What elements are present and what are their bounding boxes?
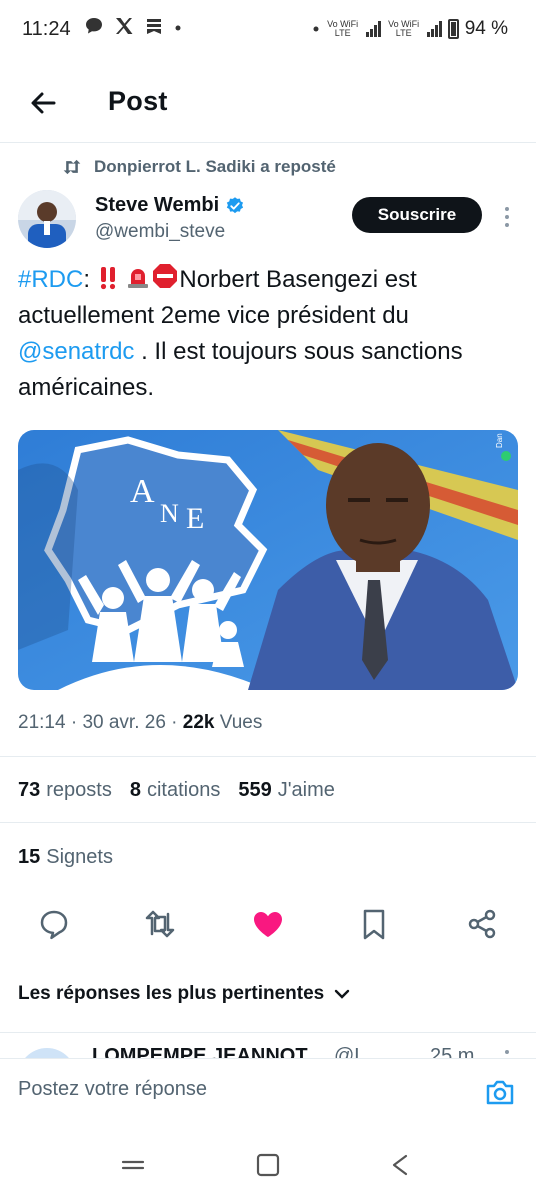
signal-icon [365, 21, 381, 37]
bookmarks-label: Signets [46, 846, 113, 868]
replies-sort-dropdown[interactable]: Les réponses les plus pertinentes [18, 983, 350, 1005]
repost-icon[interactable] [142, 906, 178, 942]
x-logo-icon [116, 18, 133, 34]
likes-count: 559 [238, 779, 272, 801]
share-icon[interactable] [464, 906, 500, 942]
reply-icon[interactable] [36, 906, 72, 942]
repost-indicator[interactable]: Donpierrot L. Sadiki a reposté [62, 157, 336, 177]
inbox-icon [147, 19, 161, 34]
replies-sort-label: Les réponses les plus pertinentes [18, 983, 325, 1004]
likes-label: J'aime [277, 779, 335, 801]
dot-icon [313, 26, 319, 32]
logo-letter-a: A [130, 473, 155, 510]
network-indicator-2: Vo WiFi LTE [388, 19, 420, 38]
reply-preview[interactable]: LOMPEMPE JEANNOT @L... 25 m [0, 1040, 536, 1060]
status-right: Vo WiFi LTE Vo WiFi LTE 94 % [312, 18, 508, 40]
rotating-light-icon [128, 269, 149, 288]
tweet-meta: 21:14 · 30 avr. 26 · 22k Vues [18, 712, 263, 733]
hashtag-link[interactable]: #RDC [18, 266, 83, 293]
network-indicator-1: Vo WiFi LTE [327, 19, 359, 38]
back-arrow-icon[interactable] [28, 88, 58, 118]
chat-bubble-icon [86, 18, 102, 34]
logo-letter-n: N [160, 499, 179, 528]
header-divider [0, 142, 536, 143]
divider [0, 822, 536, 823]
reposts-stat[interactable]: 73 reposts [18, 779, 112, 802]
tweet-stats: 73 reposts 8 citations 559 J'aime [18, 779, 335, 802]
watermark-text: Dan [495, 433, 504, 448]
bookmarks-stat[interactable]: 15 Signets [18, 846, 113, 869]
views-label: Vues [219, 712, 263, 733]
reply-input[interactable] [18, 1078, 458, 1101]
signal-icon [426, 21, 442, 37]
more-options-icon[interactable] [500, 204, 514, 230]
like-icon[interactable] [250, 906, 286, 942]
author-name: Steve Wembi [95, 194, 220, 216]
stop-sign-icon [153, 264, 178, 288]
subscribe-button[interactable]: Souscrire [352, 197, 482, 233]
tweet-time: 21:14 [18, 712, 66, 733]
divider [0, 756, 536, 757]
tweet-text: #RDC: Norbert Basengezi est actuellement… [18, 262, 518, 406]
chevron-down-icon [335, 989, 350, 999]
likes-stat[interactable]: 559 J'aime [238, 779, 335, 802]
page-title: Post [108, 86, 168, 116]
bookmarks-count: 15 [18, 846, 41, 868]
dot-icon [175, 25, 181, 31]
tweet-text-part: : [83, 266, 97, 293]
battery-icon [447, 19, 459, 39]
divider [0, 1032, 536, 1033]
battery-level: 94 % [464, 18, 508, 39]
quotes-label: citations [146, 779, 221, 801]
repost-icon [63, 159, 81, 175]
author-name-row[interactable]: Steve Wembi [95, 194, 245, 217]
reposts-count: 73 [18, 779, 41, 801]
double-exclamation-icon [100, 267, 115, 290]
quotes-stat[interactable]: 8 citations [130, 779, 221, 802]
verified-badge-icon [226, 196, 244, 213]
back-icon[interactable] [384, 1148, 418, 1182]
views-count: 22k [182, 712, 215, 733]
mention-link[interactable]: @senatrdc [18, 338, 134, 365]
repost-text: Donpierrot L. Sadiki a reposté [94, 157, 336, 176]
author-handle[interactable]: @wembi_steve [95, 221, 225, 243]
author-avatar[interactable] [18, 190, 76, 248]
camera-icon[interactable] [484, 1076, 516, 1108]
quotes-count: 8 [129, 779, 141, 801]
bookmark-icon[interactable] [356, 906, 392, 942]
logo-letter-e: E [186, 502, 204, 535]
reposts-label: reposts [46, 779, 112, 801]
status-notification-icons [84, 16, 182, 36]
recent-apps-icon[interactable] [116, 1148, 150, 1182]
status-time: 11:24 [22, 18, 71, 40]
home-icon[interactable] [251, 1148, 285, 1182]
tweet-date: 30 avr. 26 [82, 712, 166, 733]
tweet-media-image[interactable]: A N E Dan [18, 430, 518, 690]
